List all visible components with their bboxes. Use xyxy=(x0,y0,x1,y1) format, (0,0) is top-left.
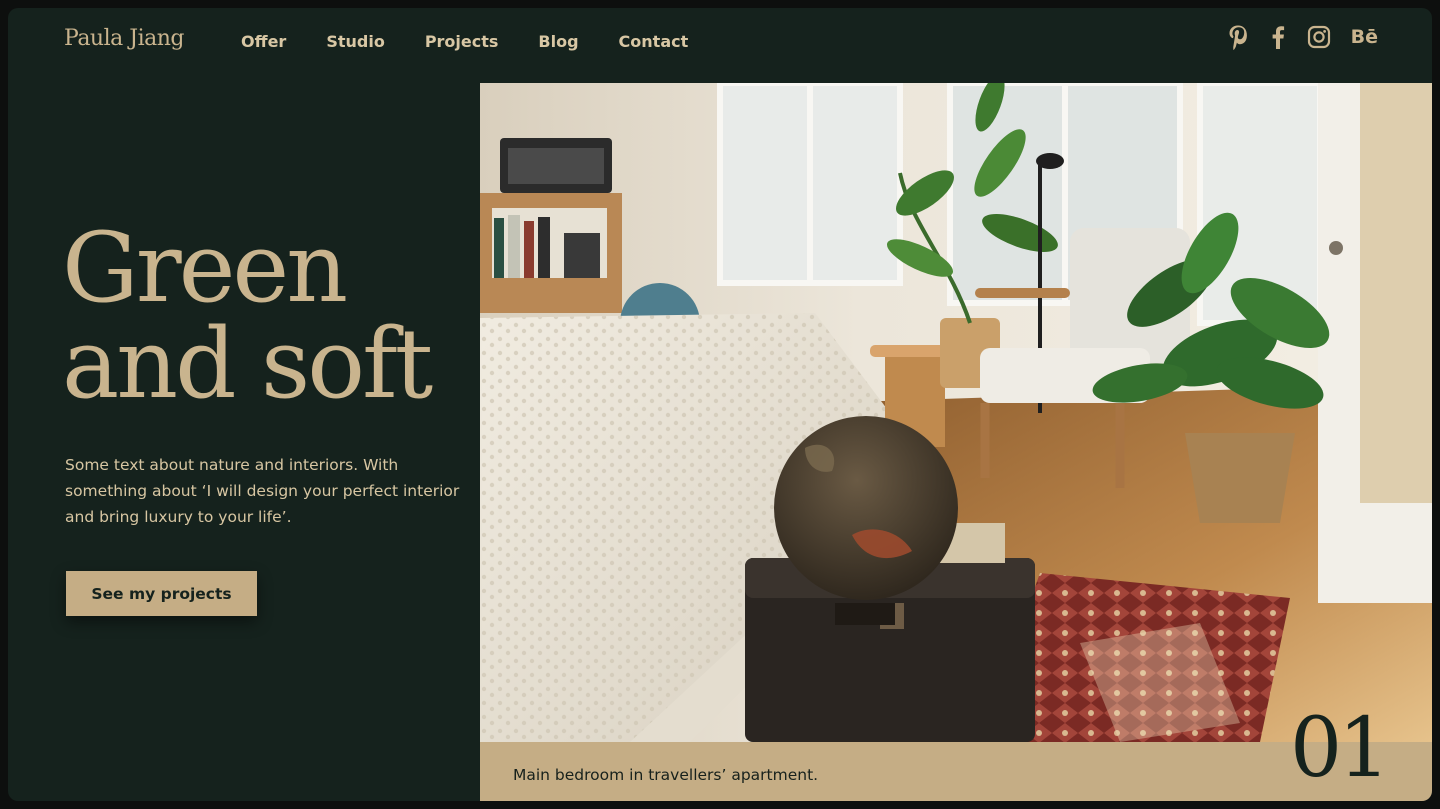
photo-caption: Main bedroom in travellers’ apartment. xyxy=(513,766,819,784)
social-links: Bē xyxy=(1205,24,1378,50)
hero-headline-line-1: Green xyxy=(62,212,348,324)
top-navigation: Paula Jiang Offer Studio Projects Blog C… xyxy=(8,8,1432,83)
nav-link-blog[interactable]: Blog xyxy=(538,32,578,51)
instagram-icon[interactable] xyxy=(1307,25,1331,49)
nav-link-offer[interactable]: Offer xyxy=(241,32,286,51)
behance-icon[interactable]: Bē xyxy=(1351,26,1378,48)
brand-logo[interactable]: Paula Jiang xyxy=(64,26,184,51)
pinterest-icon[interactable] xyxy=(1227,24,1249,50)
caption-bar: Main bedroom in travellers’ apartment. 0… xyxy=(480,704,1432,801)
see-projects-button[interactable]: See my projects xyxy=(66,571,257,616)
hero-headline: Green and soft xyxy=(62,212,433,420)
nav-link-studio[interactable]: Studio xyxy=(326,32,385,51)
hero-headline-line-2: and soft xyxy=(62,308,433,420)
bedroom-illustration xyxy=(480,83,1432,742)
page-frame: Paula Jiang Offer Studio Projects Blog C… xyxy=(8,8,1432,801)
nav-link-projects[interactable]: Projects xyxy=(425,32,499,51)
nav-link-contact[interactable]: Contact xyxy=(619,32,689,51)
main-menu: Offer Studio Projects Blog Contact xyxy=(241,32,728,51)
hero-photo xyxy=(480,83,1432,742)
facebook-icon[interactable] xyxy=(1271,25,1285,49)
slide-number: 01 xyxy=(1290,701,1390,796)
hero-description: Some text about nature and interiors. Wi… xyxy=(65,456,460,526)
